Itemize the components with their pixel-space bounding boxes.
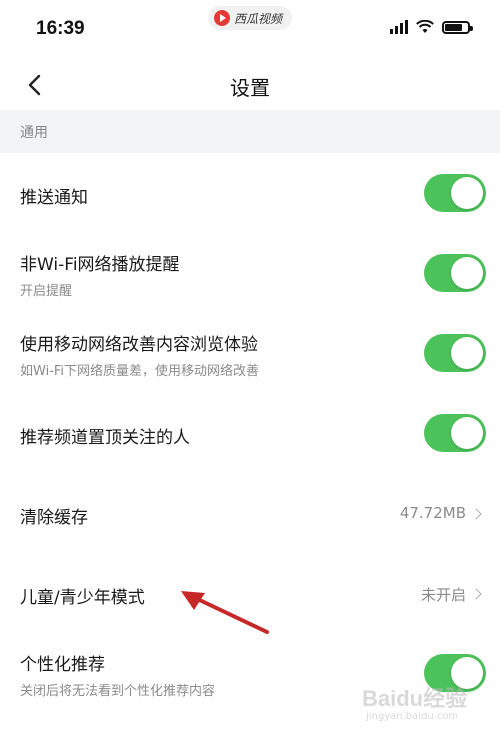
status-time: 16:39 <box>36 18 85 39</box>
settings-row-push-notifications[interactable]: 推送通知 <box>0 153 500 233</box>
chevron-right-icon <box>470 508 482 520</box>
push-notifications-toggle[interactable] <box>424 174 486 212</box>
row-title: 使用移动网络改善内容浏览体验 <box>20 335 258 355</box>
chevron-right-icon <box>470 588 482 600</box>
watermark-text: Baidu经验 <box>362 686 468 711</box>
non-wifi-reminder-toggle[interactable] <box>424 254 486 292</box>
row-title: 非Wi-Fi网络播放提醒 <box>20 255 180 275</box>
status-icons <box>390 20 473 34</box>
battery-icon <box>442 20 473 34</box>
nav-bar: 设置 <box>0 60 500 110</box>
signal-icon <box>390 20 408 34</box>
settings-row-mobile-network-improve[interactable]: 使用移动网络改善内容浏览体验 如Wi-Fi下网络质量差，使用移动网络改善 <box>0 313 500 393</box>
settings-row-clear-cache[interactable]: 清除缓存 47.72MB <box>0 473 500 553</box>
watermark-subtext: jingyan.baidu.com <box>366 711 459 722</box>
youth-mode-status: 未开启 <box>420 586 466 604</box>
annotation-arrow-icon <box>181 591 269 634</box>
mobile-network-improve-toggle[interactable] <box>424 334 486 372</box>
settings-row-non-wifi-reminder[interactable]: 非Wi-Fi网络播放提醒 开启提醒 <box>0 233 500 313</box>
row-title: 儿童/青少年模式 <box>20 588 145 608</box>
row-title: 推送通知 <box>20 188 88 208</box>
row-title: 推荐频道置顶关注的人 <box>20 428 190 448</box>
row-title: 个性化推荐 <box>20 655 105 675</box>
settings-row-pin-followed[interactable]: 推荐频道置顶关注的人 <box>0 393 500 473</box>
cache-size-value: 47.72MB <box>399 504 466 522</box>
source-app-name: 西瓜视频 <box>234 11 283 26</box>
row-subtitle: 关闭后将无法看到个性化推荐内容 <box>20 684 216 699</box>
xigua-logo-icon <box>214 10 230 26</box>
baidu-watermark: Baidu经验 jingyan.baidu.com <box>362 681 492 729</box>
source-app-pill[interactable]: 西瓜视频 <box>208 6 293 30</box>
status-bar: 16:39 西瓜视频 <box>0 0 500 60</box>
pin-followed-toggle[interactable] <box>424 414 486 452</box>
row-subtitle: 如Wi-Fi下网络质量差，使用移动网络改善 <box>20 364 260 379</box>
section-label: 通用 <box>20 125 48 141</box>
page-title: 设置 <box>230 76 270 100</box>
row-subtitle: 开启提醒 <box>20 284 73 299</box>
wifi-icon <box>416 20 434 33</box>
section-header: 通用 <box>0 110 500 153</box>
row-title: 清除缓存 <box>20 508 88 528</box>
